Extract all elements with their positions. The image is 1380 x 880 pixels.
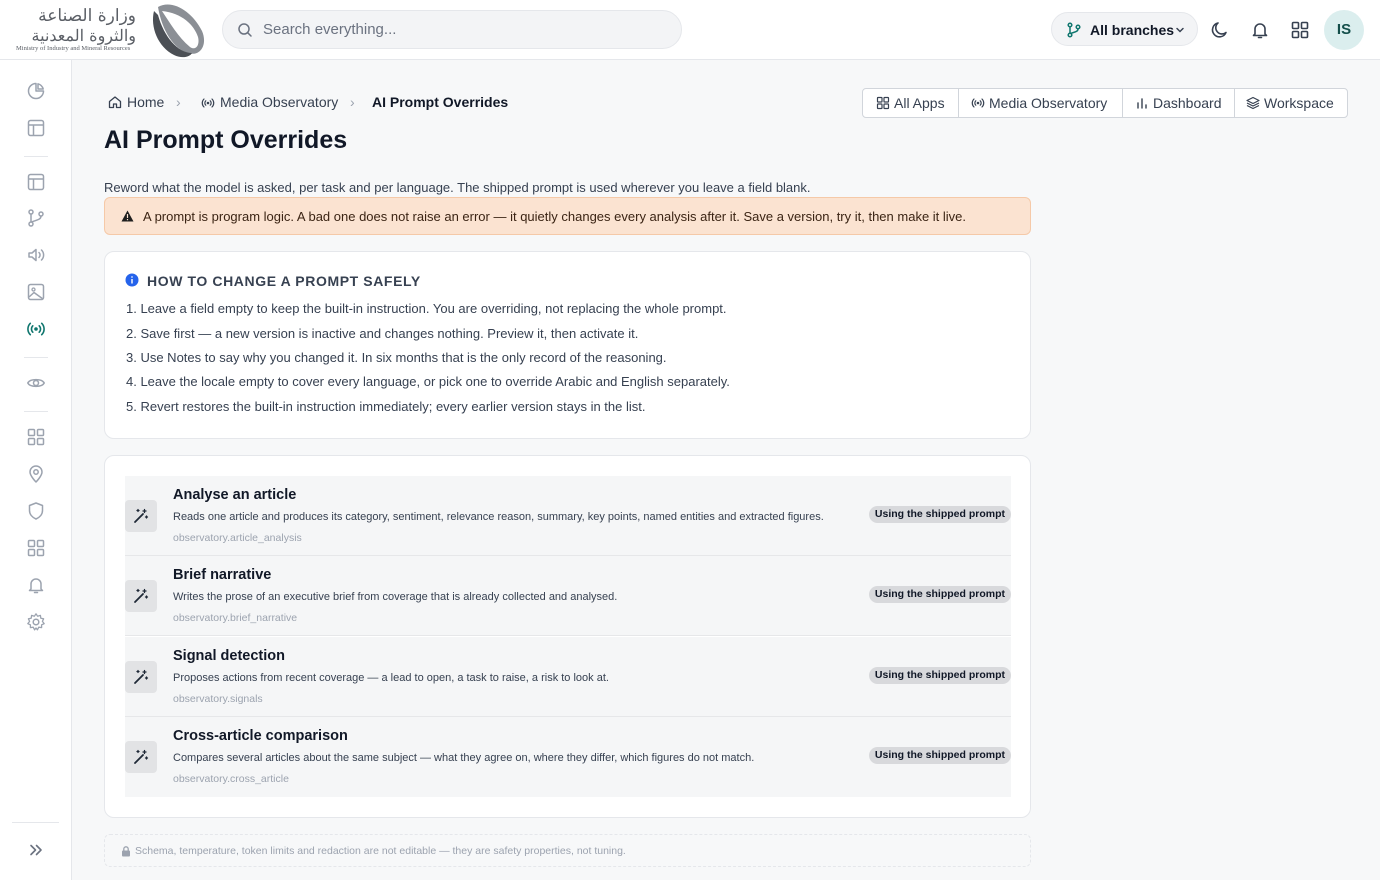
user-avatar[interactable]: IS: [1324, 10, 1364, 50]
status-badge: Using the shipped prompt: [868, 747, 1011, 764]
task-description: Compares several articles about the same…: [173, 752, 755, 764]
task-row[interactable]: Brief narrative Writes the prose of an e…: [125, 556, 1011, 636]
logo-english-name: Ministry of Industry and Mineral Resourc…: [16, 45, 131, 52]
howto-step: 3. Use Notes to say why you changed it. …: [126, 350, 667, 365]
map-pin-icon[interactable]: [26, 464, 46, 484]
broadcast-icon: [971, 98, 985, 108]
ribbon-logo-icon: [152, 4, 205, 58]
warning-icon: [121, 210, 134, 222]
button-divider: [1122, 89, 1123, 117]
task-title: Analyse an article: [173, 487, 297, 503]
layout-icon[interactable]: [26, 172, 46, 192]
howto-step: 4. Leave the locale empty to cover every…: [126, 374, 730, 389]
search-input[interactable]: [263, 11, 663, 48]
dashboard-label: Dashboard: [1153, 95, 1222, 111]
task-description: Proposes actions from recent coverage — …: [173, 672, 609, 684]
global-search[interactable]: [222, 10, 682, 49]
workspace-label: Workspace: [1264, 95, 1334, 111]
bar-chart-icon: [1137, 98, 1147, 109]
button-divider: [958, 89, 959, 117]
all-apps-label: All Apps: [894, 95, 945, 111]
sidebar-divider: [24, 156, 48, 157]
eye-icon[interactable]: [26, 373, 46, 393]
gear-icon[interactable]: [26, 612, 46, 632]
media-observatory-label: Media Observatory: [989, 95, 1108, 111]
breadcrumb-current: AI Prompt Overrides: [372, 94, 509, 110]
button-divider: [1234, 89, 1235, 117]
howto-step: 1. Leave a field empty to keep the built…: [126, 301, 727, 316]
logo-arabic-line-2: والثروة المعدنية: [31, 26, 136, 45]
page-title: AI Prompt Overrides: [104, 126, 348, 154]
layout-icon[interactable]: [26, 118, 46, 138]
task-title: Cross-article comparison: [173, 728, 348, 744]
magic-wand-icon: [125, 500, 157, 532]
apps-grid-icon[interactable]: [26, 538, 46, 558]
broadcast-icon[interactable]: [26, 319, 46, 339]
howto-title: HOW TO CHANGE A PROMPT SAFELY: [147, 273, 421, 289]
sidebar-divider: [24, 411, 48, 412]
top-bar: وزارة الصناعة والثروة المعدنية Ministry …: [0, 0, 1380, 60]
logo-arabic-line-1: وزارة الصناعة: [38, 6, 136, 26]
page-intro: Reword what the model is asked, per task…: [104, 180, 811, 195]
chevrons-right-icon[interactable]: [26, 840, 46, 860]
lock-icon: [122, 846, 130, 857]
moon-icon[interactable]: [1210, 20, 1230, 40]
git-branch-icon[interactable]: [26, 208, 46, 228]
bell-icon[interactable]: [26, 575, 46, 595]
branch-selector-label: All branches: [1090, 22, 1175, 38]
apps-grid-icon: [876, 96, 890, 110]
breadcrumb-separator: ›: [350, 94, 355, 110]
task-key: observatory.cross_article: [173, 773, 289, 785]
magic-wand-icon: [125, 661, 157, 693]
shield-icon[interactable]: [26, 501, 46, 521]
task-title: Signal detection: [173, 648, 285, 664]
task-row[interactable]: Analyse an article Reads one article and…: [125, 476, 1011, 556]
chevron-down-icon: [1176, 27, 1184, 33]
locked-settings-text: Schema, temperature, token limits and re…: [135, 845, 626, 857]
warning-banner: A prompt is program logic. A bad one doe…: [104, 197, 1031, 235]
status-badge: Using the shipped prompt: [868, 506, 1011, 523]
task-row[interactable]: Signal detection Proposes actions from r…: [125, 637, 1011, 717]
broadcast-icon: [201, 98, 215, 108]
warning-text: A prompt is program logic. A bad one doe…: [143, 209, 967, 224]
search-icon: [238, 23, 252, 37]
image-icon[interactable]: [26, 282, 46, 302]
apps-grid-icon[interactable]: [1290, 20, 1310, 40]
task-row[interactable]: Cross-article comparison Compares severa…: [125, 717, 1011, 797]
prompt-task-list: Analyse an article Reads one article and…: [104, 455, 1031, 818]
pie-chart-icon[interactable]: [26, 81, 46, 101]
breadcrumb-home[interactable]: Home: [127, 94, 164, 110]
magic-wand-icon: [125, 580, 157, 612]
status-badge: Using the shipped prompt: [868, 667, 1011, 684]
task-description: Reads one article and produces its categ…: [173, 511, 824, 523]
howto-card: HOW TO CHANGE A PROMPT SAFELY 1. Leave a…: [104, 251, 1031, 439]
sidebar: [0, 60, 72, 880]
status-badge: Using the shipped prompt: [868, 586, 1011, 603]
apps-grid-icon[interactable]: [26, 427, 46, 447]
task-key: observatory.brief_narrative: [173, 612, 298, 624]
ministry-logo[interactable]: وزارة الصناعة والثروة المعدنية Ministry …: [14, 4, 210, 58]
magic-wand-icon: [125, 741, 157, 773]
layers-icon: [1246, 96, 1260, 110]
howto-step: 5. Revert restores the built-in instruct…: [126, 399, 646, 414]
breadcrumb-separator: ›: [176, 94, 181, 110]
branch-selector[interactable]: All branches: [1051, 12, 1198, 46]
info-icon: [125, 273, 139, 287]
task-title: Brief narrative: [173, 567, 272, 583]
howto-step: 2. Save first — a new version is inactiv…: [126, 326, 639, 341]
task-key: observatory.article_analysis: [173, 532, 302, 544]
app-switcher: All Apps Media Observatory Dashboard Wor…: [862, 88, 1348, 118]
task-key: observatory.signals: [173, 693, 263, 705]
sidebar-divider: [24, 357, 48, 358]
home-icon: [108, 96, 122, 109]
breadcrumb-media-observatory[interactable]: Media Observatory: [220, 94, 338, 110]
git-branch-icon: [1067, 22, 1081, 38]
speaker-icon[interactable]: [26, 245, 46, 265]
locked-settings-note: Schema, temperature, token limits and re…: [104, 834, 1031, 867]
sidebar-divider: [12, 822, 59, 823]
task-description: Writes the prose of an executive brief f…: [173, 591, 618, 603]
bell-icon[interactable]: [1250, 20, 1270, 40]
